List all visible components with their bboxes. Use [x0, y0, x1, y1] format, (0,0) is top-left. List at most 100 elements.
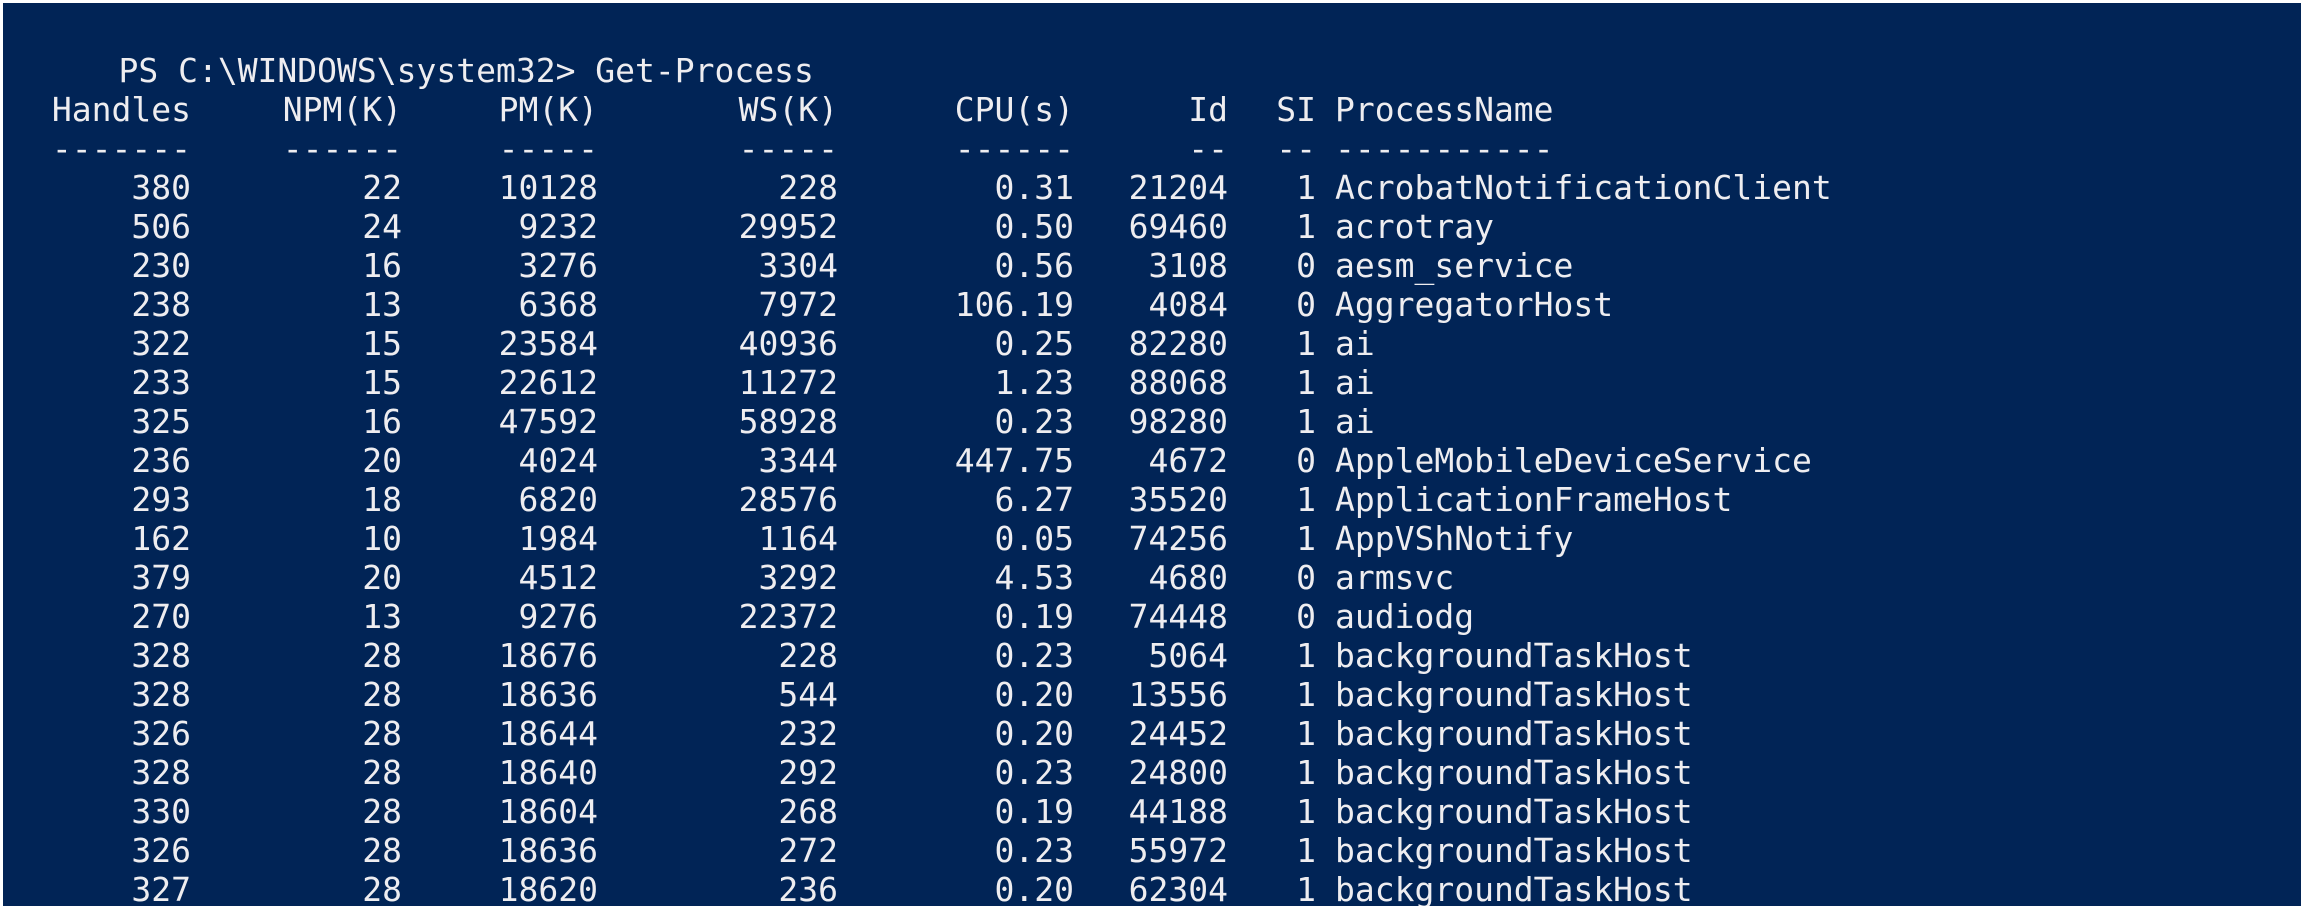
- cell-si: 1: [1296, 519, 1316, 558]
- cell-ws: 7972: [758, 285, 838, 324]
- cell-ws: 292: [778, 753, 838, 792]
- cell-si: 1: [1296, 402, 1316, 441]
- cell-ws: 272: [778, 831, 838, 870]
- column-header-cpu: CPU(s): [954, 90, 1074, 129]
- cell-process-name: ApplicationFrameHost: [1335, 480, 1733, 519]
- cell-id: 4672: [1148, 441, 1228, 480]
- cell-si: 1: [1296, 636, 1316, 675]
- column-separator-pm: -----: [498, 129, 598, 168]
- cell-npm: 13: [362, 597, 402, 636]
- cell-npm: 15: [362, 324, 402, 363]
- powershell-console[interactable]: PS C:\WINDOWS\system32> Get-Process Hand…: [0, 0, 2301, 906]
- cell-ws: 3344: [758, 441, 838, 480]
- cell-npm: 10: [362, 519, 402, 558]
- cell-si: 0: [1296, 246, 1316, 285]
- column-header-ws: WS(K): [738, 90, 838, 129]
- cell-id: 44188: [1128, 792, 1228, 831]
- cell-pm: 22612: [498, 363, 598, 402]
- column-header-si: SI: [1276, 90, 1316, 129]
- cell-npm: 16: [362, 246, 402, 285]
- cell-ws: 28576: [738, 480, 838, 519]
- cell-ws: 228: [778, 168, 838, 207]
- cell-npm: 20: [362, 558, 402, 597]
- cell-handles: 328: [131, 675, 191, 714]
- cell-cpu: 0.20: [994, 675, 1074, 714]
- cell-process-name: aesm_service: [1335, 246, 1574, 285]
- cell-process-name: backgroundTaskHost: [1335, 792, 1693, 831]
- cell-id: 4084: [1148, 285, 1228, 324]
- cell-pm: 10128: [498, 168, 598, 207]
- cell-si: 0: [1296, 558, 1316, 597]
- cell-process-name: audiodg: [1335, 597, 1475, 636]
- cell-pm: 18620: [498, 870, 598, 906]
- cell-ws: 58928: [738, 402, 838, 441]
- cell-si: 0: [1296, 285, 1316, 324]
- cell-si: 1: [1296, 831, 1316, 870]
- cell-handles: 326: [131, 714, 191, 753]
- cell-process-name: ai: [1335, 324, 1375, 363]
- cell-cpu: 0.19: [994, 597, 1074, 636]
- cell-pm: 18636: [498, 675, 598, 714]
- cell-cpu: 447.75: [954, 441, 1074, 480]
- cell-handles: 230: [131, 246, 191, 285]
- cell-id: 24452: [1128, 714, 1228, 753]
- cell-npm: 24: [362, 207, 402, 246]
- cell-handles: 238: [131, 285, 191, 324]
- cell-process-name: acrotray: [1335, 207, 1494, 246]
- cell-process-name: backgroundTaskHost: [1335, 636, 1693, 675]
- column-header-id: Id: [1188, 90, 1228, 129]
- cell-pm: 1984: [518, 519, 598, 558]
- cell-process-name: AggregatorHost: [1335, 285, 1614, 324]
- cell-id: 88068: [1128, 363, 1228, 402]
- cell-id: 35520: [1128, 480, 1228, 519]
- column-header-handles: Handles: [51, 90, 191, 129]
- cell-cpu: 0.19: [994, 792, 1074, 831]
- cell-pm: 23584: [498, 324, 598, 363]
- cell-si: 1: [1296, 324, 1316, 363]
- cell-pm: 4512: [518, 558, 598, 597]
- column-separator-si: --: [1276, 129, 1316, 168]
- cell-cpu: 1.23: [994, 363, 1074, 402]
- cell-handles: 330: [131, 792, 191, 831]
- prompt-text: PS C:\WINDOWS\system32> Get-Process: [118, 51, 814, 90]
- cell-process-name: backgroundTaskHost: [1335, 714, 1693, 753]
- cell-pm: 9232: [518, 207, 598, 246]
- cell-ws: 228: [778, 636, 838, 675]
- cell-si: 1: [1296, 870, 1316, 906]
- cell-si: 1: [1296, 480, 1316, 519]
- cell-cpu: 0.31: [994, 168, 1074, 207]
- cell-handles: 236: [131, 441, 191, 480]
- cell-cpu: 106.19: [954, 285, 1074, 324]
- cell-id: 3108: [1148, 246, 1228, 285]
- cell-npm: 15: [362, 363, 402, 402]
- cell-npm: 28: [362, 870, 402, 906]
- column-header-pm: PM(K): [498, 90, 598, 129]
- cell-cpu: 0.05: [994, 519, 1074, 558]
- cell-handles: 327: [131, 870, 191, 906]
- cell-npm: 28: [362, 792, 402, 831]
- cell-cpu: 0.50: [994, 207, 1074, 246]
- cell-cpu: 4.53: [994, 558, 1074, 597]
- cell-handles: 380: [131, 168, 191, 207]
- cell-ws: 22372: [738, 597, 838, 636]
- cell-process-name: backgroundTaskHost: [1335, 870, 1693, 906]
- cell-npm: 28: [362, 714, 402, 753]
- cell-id: 69460: [1128, 207, 1228, 246]
- cell-pm: 9276: [518, 597, 598, 636]
- cell-cpu: 0.23: [994, 753, 1074, 792]
- cell-pm: 18636: [498, 831, 598, 870]
- cell-id: 82280: [1128, 324, 1228, 363]
- cell-npm: 28: [362, 636, 402, 675]
- cell-handles: 270: [131, 597, 191, 636]
- cell-si: 1: [1296, 675, 1316, 714]
- cell-si: 1: [1296, 753, 1316, 792]
- cell-pm: 18604: [498, 792, 598, 831]
- cell-ws: 3304: [758, 246, 838, 285]
- cell-pm: 6820: [518, 480, 598, 519]
- cell-npm: 28: [362, 675, 402, 714]
- cell-cpu: 0.20: [994, 714, 1074, 753]
- cell-pm: 4024: [518, 441, 598, 480]
- cell-pm: 47592: [498, 402, 598, 441]
- cell-handles: 328: [131, 636, 191, 675]
- cell-process-name: armsvc: [1335, 558, 1455, 597]
